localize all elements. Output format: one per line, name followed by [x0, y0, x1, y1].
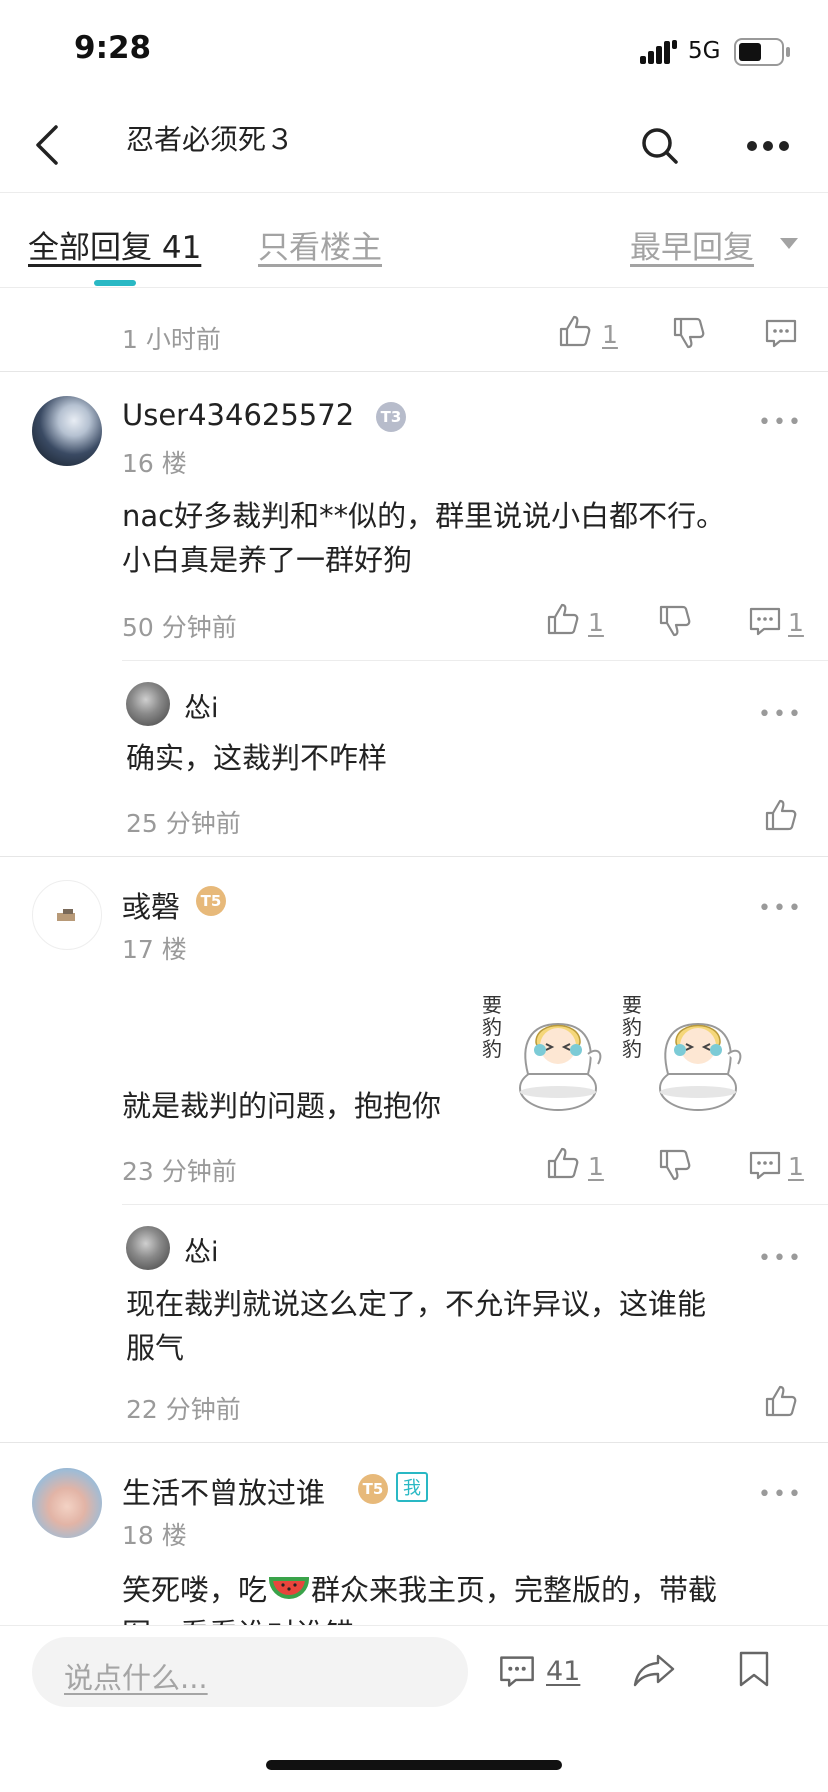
- floor-number: 17 楼: [122, 935, 187, 964]
- back-arrow-icon[interactable]: [32, 124, 62, 166]
- tab-active-indicator: [94, 280, 136, 286]
- reply-input-placeholder[interactable]: 说点什么...: [64, 1655, 208, 1697]
- like-count: 1: [602, 320, 618, 349]
- sub-reply-time: 25 分钟前: [126, 809, 241, 838]
- post-divider: [0, 856, 828, 857]
- comment-icon[interactable]: [498, 1654, 536, 1688]
- post-divider: [0, 1442, 828, 1443]
- post-more-icon[interactable]: •••: [758, 1482, 803, 1507]
- avatar[interactable]: [126, 1226, 170, 1270]
- post-content: 笑死喽，吃 群众来我主页，完整版的，带截: [122, 1568, 717, 1612]
- username[interactable]: 彧磬: [122, 884, 180, 926]
- avatar[interactable]: [32, 880, 102, 950]
- reply-time: 1 小时前: [122, 325, 221, 354]
- sort-dropdown[interactable]: 最早回复: [630, 222, 754, 267]
- thumbs-up-icon[interactable]: [558, 314, 592, 348]
- floor-number: 16 楼: [122, 449, 187, 478]
- comment-icon[interactable]: [748, 1150, 782, 1180]
- level-badge: T5: [196, 886, 226, 916]
- battery-icon: [734, 38, 792, 66]
- post-content: nac好多裁判和**似的，群里说说小白都不行。: [122, 499, 726, 533]
- like-count: 1: [588, 608, 604, 637]
- username[interactable]: 生活不曾放过谁: [122, 1470, 325, 1512]
- reply-count: 1: [788, 608, 804, 637]
- reply-count: 1: [788, 1152, 804, 1181]
- more-menu-icon[interactable]: [746, 140, 790, 152]
- sticker-image[interactable]: 要豹豹: [480, 984, 610, 1114]
- sub-reply-more-icon[interactable]: •••: [758, 1246, 803, 1271]
- chevron-down-icon[interactable]: [780, 238, 798, 250]
- signal-icon: [640, 40, 680, 64]
- comment-icon[interactable]: [748, 606, 782, 636]
- sub-reply-content: 确实，这裁判不咋样: [126, 741, 388, 775]
- share-icon[interactable]: [632, 1652, 676, 1690]
- post-time: 50 分钟前: [122, 613, 237, 642]
- post-more-icon[interactable]: •••: [758, 896, 803, 921]
- avatar-image: [57, 909, 75, 921]
- sub-reply-more-icon[interactable]: •••: [758, 702, 803, 727]
- sub-reply-content-line2: 服气: [126, 1331, 185, 1365]
- avatar[interactable]: [32, 396, 102, 466]
- home-indicator: [266, 1760, 562, 1770]
- sub-reply-time: 22 分钟前: [126, 1395, 241, 1424]
- post-time: 23 分钟前: [122, 1157, 237, 1186]
- avatar[interactable]: [126, 682, 170, 726]
- post-content-line2: 小白真是养了一群好狗: [122, 543, 413, 577]
- thumbs-up-icon[interactable]: [546, 1146, 580, 1180]
- sticker-image[interactable]: 要豹豹: [620, 984, 750, 1114]
- post-more-icon[interactable]: •••: [758, 410, 803, 435]
- sub-reply-username[interactable]: 怂i: [184, 686, 219, 725]
- post-content-part2: 群众来我主页，完整版的，带截: [311, 1573, 718, 1607]
- avatar[interactable]: [32, 1468, 102, 1538]
- like-count: 1: [588, 1152, 604, 1181]
- level-badge: T5: [358, 1474, 388, 1504]
- floor-number: 18 楼: [122, 1521, 187, 1550]
- post-divider: [0, 371, 828, 372]
- sub-reply-divider: [122, 660, 828, 661]
- page-title: 忍者必须死３: [126, 123, 295, 156]
- header-divider: [0, 192, 828, 193]
- username[interactable]: User434625572: [122, 398, 354, 432]
- sticker-text: 要豹豹: [482, 993, 502, 1061]
- thumbs-down-icon[interactable]: [658, 1148, 692, 1182]
- me-tag: 我: [396, 1472, 428, 1502]
- sub-reply-content: 现在裁判就说这么定了，不允许异议，这谁能: [126, 1287, 707, 1321]
- post-content-part1: 笑死喽，吃: [122, 1573, 268, 1607]
- thumbs-down-icon[interactable]: [658, 604, 692, 638]
- thumbs-up-icon[interactable]: [546, 602, 580, 636]
- level-badge: T3: [376, 402, 406, 432]
- tab-op-only[interactable]: 只看楼主: [258, 222, 382, 267]
- comment-icon[interactable]: [764, 318, 798, 348]
- post-content: 就是裁判的问题，抱抱你: [122, 1089, 442, 1123]
- tabs-divider: [0, 287, 828, 288]
- thumbs-down-icon[interactable]: [672, 316, 706, 350]
- search-icon[interactable]: [640, 126, 680, 166]
- status-time: 9:28: [74, 30, 152, 66]
- thumbs-up-icon[interactable]: [764, 798, 798, 832]
- watermelon-emoji-icon: [269, 1575, 310, 1605]
- network-type: 5G: [688, 38, 721, 64]
- thumbs-up-icon[interactable]: [764, 1384, 798, 1418]
- comment-count[interactable]: 41: [546, 1656, 580, 1687]
- sub-reply-username[interactable]: 怂i: [184, 1230, 219, 1269]
- bookmark-icon[interactable]: [738, 1650, 770, 1688]
- tab-all-replies[interactable]: 全部回复 41: [28, 222, 201, 267]
- sticker-text: 要豹豹: [622, 993, 642, 1061]
- sub-reply-divider: [122, 1204, 828, 1205]
